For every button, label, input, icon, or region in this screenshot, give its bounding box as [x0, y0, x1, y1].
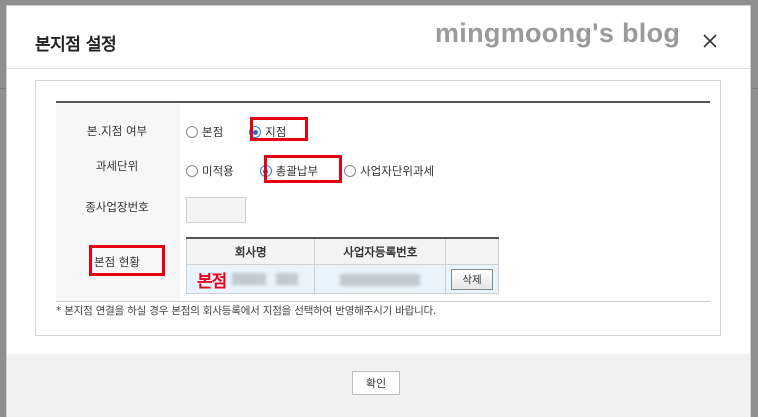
sub-business-no-label: 종사업장번호 [85, 200, 149, 214]
radio-label: 사업자단위과세 [360, 164, 435, 178]
radio-button[interactable] [186, 126, 198, 138]
table-row[interactable]: 본점 삭제 [185, 264, 499, 294]
highlight-box [264, 155, 342, 183]
radio-option-business-unit[interactable]: 사업자단위과세 [344, 163, 434, 179]
dialog-footer: 확인 [7, 354, 750, 417]
hq-annotation: 본점 [197, 271, 227, 292]
notice-text: * 본지점 연결을 하실 경우 본점의 회사등록에서 지점을 선택하여 반영해주… [56, 305, 437, 317]
radio-option-none[interactable]: 미적용 [186, 163, 234, 179]
radio-label: 미적용 [202, 164, 234, 178]
dialog-title: 본지점 설정 [35, 35, 117, 55]
branch-settings-dialog: 본지점 설정 mingmoong's blog 본.지점 여부 본점 지점 과세… [6, 5, 751, 417]
ok-button[interactable]: 확인 [352, 371, 400, 395]
highlight-box [89, 245, 165, 276]
radio-option-hq[interactable]: 본점 [186, 124, 223, 140]
redacted-text [231, 273, 266, 285]
hq-status-table: 회사명 사업자등록번호 본점 삭제 [185, 237, 499, 294]
business-no-cell [314, 264, 447, 294]
close-icon[interactable] [701, 32, 719, 50]
radio-button[interactable] [186, 165, 198, 177]
branch-type-label: 본.지점 여부 [86, 124, 148, 138]
redacted-text [275, 273, 298, 285]
sub-business-no-input[interactable] [186, 197, 246, 223]
action-cell: 삭제 [445, 264, 499, 294]
company-name-cell: 본점 [185, 264, 316, 294]
column-header-business-no: 사업자등록번호 [314, 237, 447, 265]
tax-unit-label: 과세단위 [95, 159, 139, 173]
backdrop-line [751, 88, 758, 89]
blog-watermark: mingmoong's blog [435, 18, 681, 48]
title-divider [7, 68, 750, 69]
settings-panel: 본.지점 여부 본점 지점 과세단위 미적용 총괄납부 사업자단위과세 종사업장… [35, 80, 721, 336]
column-header-action [445, 237, 499, 265]
delete-button[interactable]: 삭제 [451, 268, 493, 290]
notice-divider [56, 301, 710, 302]
radio-label: 본점 [202, 125, 224, 139]
highlight-box [250, 117, 308, 141]
redacted-text [340, 273, 421, 286]
column-header-company: 회사명 [185, 237, 316, 265]
radio-button[interactable] [344, 165, 357, 177]
